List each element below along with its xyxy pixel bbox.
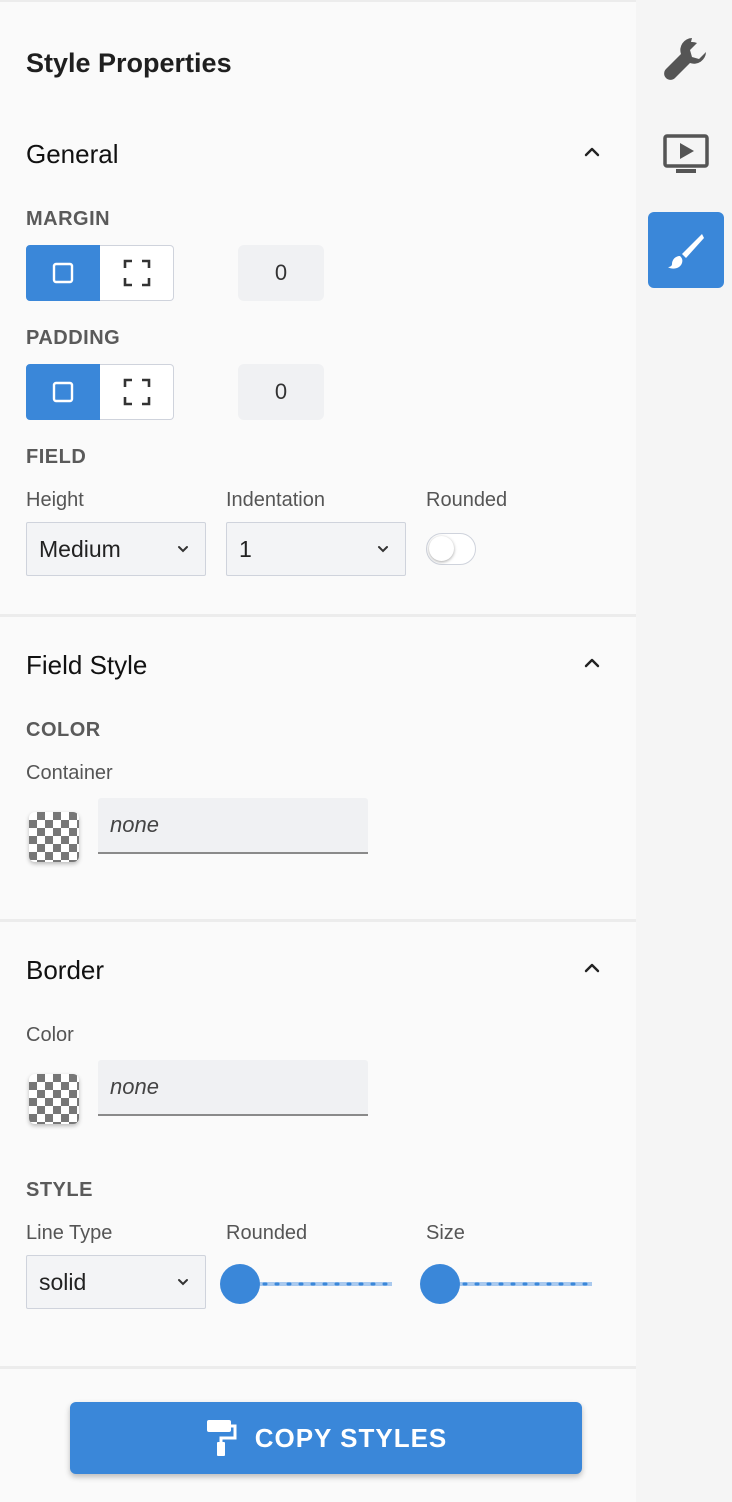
border-color-swatch[interactable] — [29, 1074, 79, 1124]
border-color-input[interactable]: none — [98, 1060, 368, 1116]
padding-mode-toggle — [26, 364, 174, 420]
section-divider — [0, 614, 636, 617]
container-color-value: none — [110, 812, 159, 837]
color-label: COLOR — [26, 719, 101, 741]
field-style-section-title: Field Style — [26, 650, 148, 680]
copy-styles-button[interactable]: COPY STYLES — [70, 1402, 582, 1474]
border-section-title: Border — [26, 955, 105, 985]
indentation-label: Indentation — [226, 489, 325, 511]
chevron-down-icon — [178, 1279, 188, 1286]
border-rounded-slider[interactable] — [220, 1264, 392, 1304]
preview-tab[interactable] — [648, 116, 724, 192]
indentation-select-value: 1 — [239, 535, 252, 562]
height-label: Height — [26, 489, 84, 511]
margin-individual-button[interactable] — [100, 245, 174, 301]
border-size-slider[interactable] — [420, 1264, 592, 1304]
border-color-value: none — [110, 1074, 159, 1099]
square-icon — [52, 262, 74, 284]
expand-corners-icon — [123, 378, 150, 406]
style-properties-panel: Style Properties General MARGIN 0 PADDIN… — [0, 0, 636, 1502]
line-type-label: Line Type — [26, 1222, 113, 1244]
section-divider — [0, 1366, 636, 1369]
rounded-label: Rounded — [426, 489, 508, 511]
preview-icon — [663, 134, 709, 173]
chevron-down-icon — [378, 546, 388, 553]
section-divider — [0, 919, 636, 922]
padding-all-button[interactable] — [26, 364, 100, 420]
paint-roller-icon — [206, 1420, 237, 1456]
height-select-value: Medium — [39, 535, 121, 562]
slider-thumb[interactable] — [420, 1264, 460, 1304]
style-tab[interactable] — [648, 212, 724, 288]
brush-icon — [668, 234, 704, 269]
chevron-up-icon[interactable] — [580, 140, 604, 164]
general-section-title: General — [26, 139, 119, 169]
chevron-up-icon[interactable] — [580, 651, 604, 675]
expand-corners-icon — [123, 259, 150, 287]
margin-mode-toggle — [26, 245, 174, 301]
margin-all-button[interactable] — [26, 245, 100, 301]
padding-value-input[interactable]: 0 — [238, 364, 324, 420]
copy-styles-label: COPY STYLES — [254, 1422, 448, 1453]
chevron-down-icon — [178, 546, 188, 553]
border-color-label: Color — [26, 1024, 74, 1046]
rounded-toggle[interactable] — [426, 533, 476, 565]
tools-tab[interactable] — [648, 20, 724, 96]
chevron-up-icon[interactable] — [580, 956, 604, 980]
padding-individual-button[interactable] — [100, 364, 174, 420]
container-color-input[interactable]: none — [98, 798, 368, 854]
margin-label: MARGIN — [26, 208, 111, 230]
wrench-icon — [664, 38, 706, 80]
slider-thumb[interactable] — [220, 1264, 260, 1304]
indentation-select[interactable]: 1 — [226, 522, 406, 576]
line-type-select[interactable]: solid — [26, 1255, 206, 1309]
container-label: Container — [26, 762, 113, 784]
line-type-select-value: solid — [39, 1268, 87, 1295]
margin-value-input[interactable]: 0 — [238, 245, 324, 301]
toggle-knob — [429, 536, 454, 561]
size-label: Size — [426, 1222, 465, 1244]
border-rounded-label: Rounded — [226, 1222, 308, 1244]
panel-title: Style Properties — [26, 48, 232, 78]
field-label: FIELD — [26, 446, 87, 468]
height-select[interactable]: Medium — [26, 522, 206, 576]
padding-label: PADDING — [26, 327, 121, 349]
square-icon — [52, 381, 74, 403]
style-label: STYLE — [26, 1179, 93, 1201]
container-color-swatch[interactable] — [29, 812, 79, 862]
